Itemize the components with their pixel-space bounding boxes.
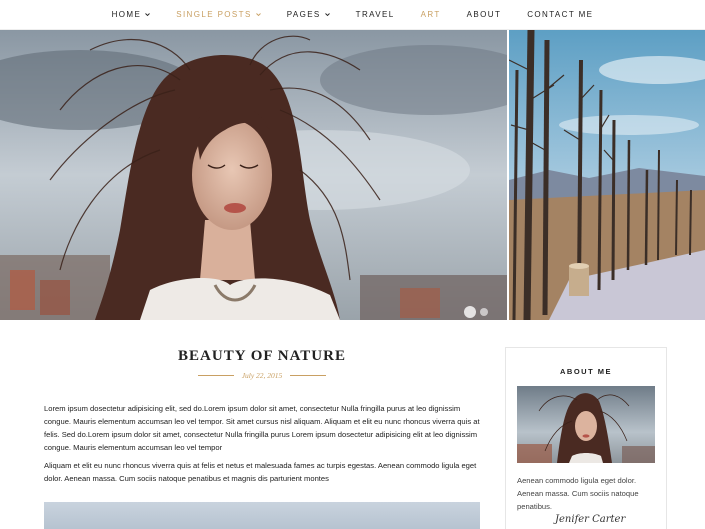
nav-item-single-posts[interactable]: SINGLE POSTS bbox=[176, 10, 261, 19]
post-meta: July 22, 2015 bbox=[44, 371, 480, 380]
chevron-down-icon bbox=[255, 12, 261, 17]
main-navigation: HOME SINGLE POSTS PAGES TRAVEL ART ABOUT… bbox=[0, 0, 705, 30]
nav-item-pages[interactable]: PAGES bbox=[287, 10, 330, 19]
divider bbox=[197, 375, 234, 376]
nav-item-label: HOME bbox=[111, 10, 142, 19]
signature: Jenifer Carter bbox=[555, 514, 626, 525]
post-paragraph: Lorem ipsum dosectetur adipisicing elit,… bbox=[44, 404, 480, 452]
post-image[interactable] bbox=[44, 502, 480, 529]
nav-item-contact-me[interactable]: CONTACT ME bbox=[527, 10, 593, 19]
chevron-down-icon bbox=[145, 12, 151, 17]
widget-title: ABOUT ME bbox=[560, 367, 612, 376]
nav-item-art[interactable]: ART bbox=[421, 10, 441, 19]
post-body: Lorem ipsum dosectetur adipisicing elit,… bbox=[44, 402, 482, 490]
nav-item-label: SINGLE POSTS bbox=[176, 10, 252, 19]
hero-portrait-image[interactable] bbox=[0, 30, 507, 320]
hero-banner bbox=[0, 30, 705, 320]
nav-item-travel[interactable]: TRAVEL bbox=[356, 10, 395, 19]
nav-item-label: ART bbox=[420, 10, 441, 19]
post-title[interactable]: BEAUTY OF NATURE bbox=[44, 348, 480, 365]
post-date[interactable]: July 22, 2015 bbox=[242, 371, 283, 380]
nav-item-home[interactable]: HOME bbox=[112, 10, 151, 19]
nav-item-label: ABOUT bbox=[466, 10, 502, 19]
about-me-widget: ABOUT ME Aenean commodo ligula eget dolo… bbox=[505, 347, 667, 529]
nav-item-about[interactable]: ABOUT bbox=[467, 10, 502, 19]
nav-item-label: PAGES bbox=[286, 10, 321, 19]
hero-forest-image[interactable] bbox=[509, 30, 705, 320]
chevron-down-icon bbox=[324, 12, 330, 17]
about-me-text: Aenean commodo ligula eget dolor. Aenean… bbox=[517, 476, 639, 511]
about-me-image[interactable] bbox=[517, 386, 655, 463]
post-paragraph: Aliquam et elit eu nunc rhoncus viverra … bbox=[44, 461, 477, 483]
nav-item-label: CONTACT ME bbox=[527, 10, 594, 19]
divider bbox=[290, 375, 327, 376]
nav-item-label: TRAVEL bbox=[355, 10, 395, 19]
